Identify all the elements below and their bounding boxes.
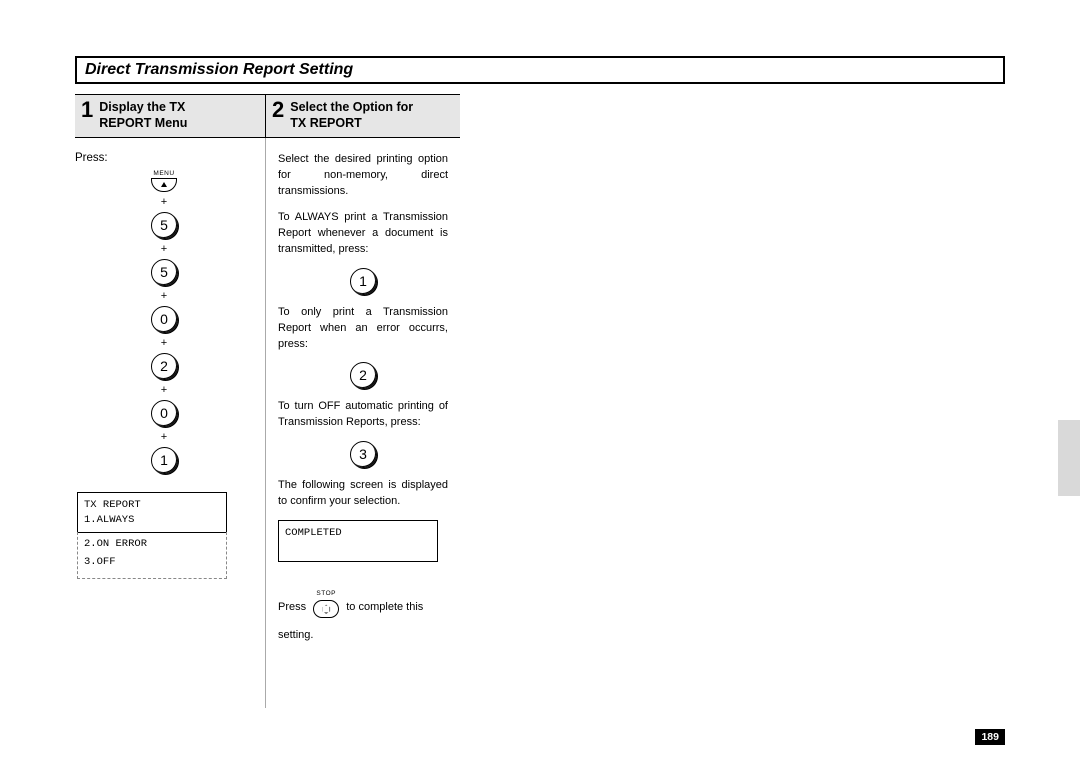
plus-icon: + [75,337,253,349]
text: to complete this [346,601,423,613]
menu-key-icon [151,178,177,192]
menu-key: MENU [75,170,253,192]
step-1-body: Press: MENU + 5 + 5 + 0 + 2 + 0 + 1 [75,138,265,579]
plus-icon: + [75,290,253,302]
paragraph: To turn OFF automatic printing of Transm… [278,399,448,431]
final-instruction: Press STOP to complete this setting. [278,588,448,646]
lcd-line: 1.ALWAYS [84,513,220,528]
digit-key-0b: 0 [151,400,178,427]
step-1-title: Display the TX REPORT Menu [99,99,187,132]
plus-icon: + [75,196,253,208]
lcd-scroll-options: 2.ON ERROR 3.OFF [77,532,227,579]
step-2-title: Select the Option for TX REPORT [290,99,413,132]
lcd-line: TX REPORT [84,498,220,513]
thumb-index-tab [1058,420,1080,496]
stop-key: STOP [313,588,339,626]
section-title-bar: Direct Transmission Report Setting [75,56,1005,84]
menu-key-label: MENU [75,170,253,177]
step-2-body: Select the desired printing option for n… [265,138,460,708]
step-2-column: 2 Select the Option for TX REPORT Select… [265,94,460,708]
step-2-number: 2 [272,99,284,121]
lcd-display: TX REPORT 1.ALWAYS [77,492,227,533]
digit-key-5a: 5 [151,212,178,239]
step-2-header: 2 Select the Option for TX REPORT [265,94,460,138]
digit-key-5b: 5 [151,259,178,286]
plus-icon: + [75,431,253,443]
steps-row: 1 Display the TX REPORT Menu Press: MENU… [75,94,1005,708]
digit-key-2: 2 [151,353,178,380]
digit-key-1: 1 [151,447,178,474]
section-title: Direct Transmission Report Setting [85,61,353,78]
digit-key-0a: 0 [151,306,178,333]
step-1-column: 1 Display the TX REPORT Menu Press: MENU… [75,94,265,708]
stop-key-icon [313,600,339,618]
paragraph: The following screen is displayed to con… [278,478,448,510]
paragraph: Select the desired printing option for n… [278,152,448,200]
paragraph: To only print a Transmission Report when… [278,305,448,353]
stop-key-label: STOP [313,588,339,600]
step-1-header: 1 Display the TX REPORT Menu [75,94,265,138]
plus-icon: + [75,243,253,255]
lcd-line: 2.ON ERROR [84,536,220,554]
page-number: 189 [975,729,1005,745]
lcd-display-completed: COMPLETED [278,520,438,561]
lcd-display-block: TX REPORT 1.ALWAYS 2.ON ERROR 3.OFF [77,492,253,579]
digit-key-2: 2 [350,362,377,389]
lcd-line: 3.OFF [84,554,220,572]
manual-page: Direct Transmission Report Setting 1 Dis… [75,56,1005,708]
paragraph: To ALWAYS print a Transmission Report wh… [278,210,448,258]
digit-key-1: 1 [350,268,377,295]
press-label: Press: [75,152,253,164]
text: Press [278,601,306,613]
text: setting. [278,629,313,641]
plus-icon: + [75,384,253,396]
step-1-number: 1 [81,99,93,121]
lcd-line: COMPLETED [285,526,431,541]
digit-key-3: 3 [350,441,377,468]
